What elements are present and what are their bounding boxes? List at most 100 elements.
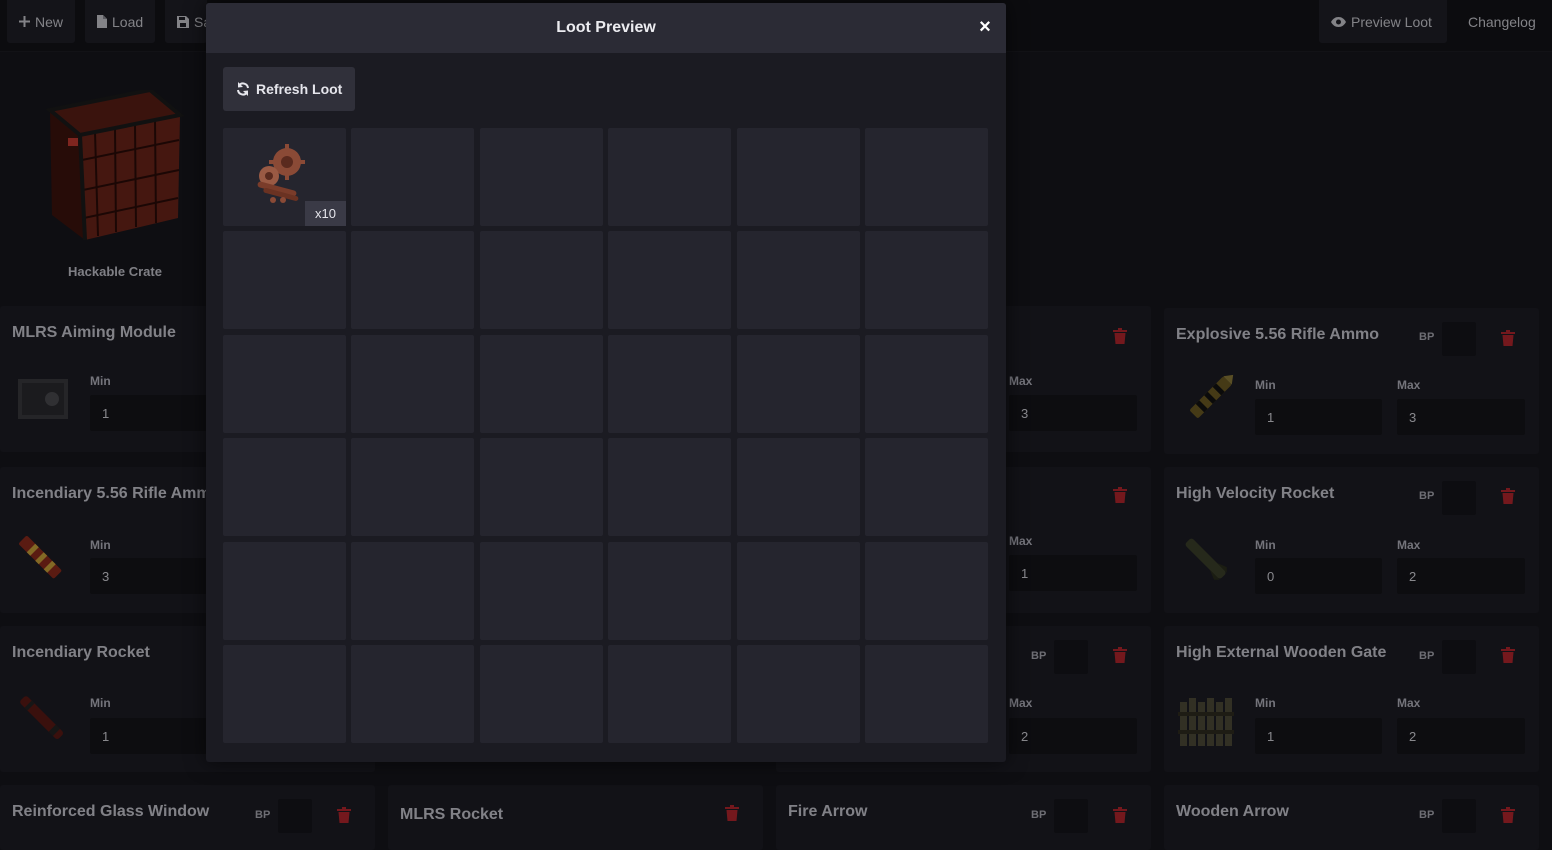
loot-slot[interactable] — [736, 231, 860, 330]
loot-slot[interactable] — [351, 438, 475, 537]
loot-slot[interactable] — [223, 438, 346, 537]
loot-slot[interactable] — [223, 334, 346, 433]
min-label: Min — [1255, 538, 1276, 552]
loot-slot[interactable] — [351, 334, 475, 433]
max-input[interactable]: 2 — [1397, 558, 1525, 594]
bp-checkbox[interactable] — [1054, 640, 1088, 674]
item-card: Wooden Arrow BP — [1164, 785, 1539, 850]
min-label: Min — [90, 538, 111, 552]
loot-slot[interactable] — [736, 128, 860, 226]
new-button[interactable]: New — [7, 0, 76, 43]
item-name: MLRS Rocket — [400, 806, 504, 823]
trash-icon[interactable] — [1113, 647, 1127, 663]
crate-name: Hackable Crate — [68, 264, 162, 279]
bp-checkbox[interactable] — [1442, 799, 1476, 833]
modal-title: Loot Preview — [556, 19, 656, 36]
item-name: High External Wooden Gate — [1176, 644, 1387, 661]
max-label: Max — [1009, 534, 1033, 548]
save-button[interactable]: Save — [165, 0, 207, 43]
floppy-disk-icon — [177, 15, 189, 28]
quantity-badge: x10 — [305, 201, 346, 226]
trash-icon[interactable] — [725, 805, 739, 821]
min-input[interactable]: 3 — [90, 558, 220, 594]
loot-slot[interactable] — [608, 334, 732, 433]
max-label: Max — [1397, 696, 1421, 710]
loot-slot[interactable] — [608, 438, 732, 537]
loot-slot[interactable] — [864, 231, 988, 330]
loot-slot[interactable] — [351, 541, 475, 640]
trash-icon[interactable] — [1501, 488, 1515, 504]
changelog-button[interactable]: Changelog — [1456, 0, 1548, 43]
load-button[interactable]: Load — [85, 0, 156, 43]
loot-slot[interactable] — [864, 438, 988, 537]
preview-loot-button[interactable]: Preview Loot — [1319, 0, 1447, 43]
bp-label: BP — [1419, 490, 1435, 502]
item-name: Reinforced Glass Window — [12, 803, 210, 820]
loot-slot[interactable] — [351, 128, 475, 226]
bp-checkbox[interactable] — [1442, 322, 1476, 356]
loot-slot[interactable] — [479, 334, 603, 433]
loot-slot[interactable] — [351, 644, 475, 743]
aiming-module-icon — [18, 379, 68, 419]
close-icon[interactable]: × — [976, 16, 994, 38]
min-label: Min — [90, 374, 111, 388]
loot-slot[interactable] — [736, 644, 860, 743]
loot-slot[interactable] — [223, 541, 346, 640]
trash-icon[interactable] — [1501, 807, 1515, 823]
trash-icon[interactable] — [1113, 328, 1127, 344]
min-input[interactable]: 1 — [1255, 399, 1382, 435]
loot-slot[interactable] — [736, 541, 860, 640]
bp-checkbox[interactable] — [278, 799, 312, 833]
file-icon — [97, 15, 107, 28]
loot-slot[interactable] — [736, 334, 860, 433]
loot-slot[interactable] — [608, 644, 732, 743]
max-input[interactable]: 3 — [1009, 395, 1137, 431]
trash-icon[interactable] — [1501, 330, 1515, 346]
loot-slot[interactable]: x10 — [223, 128, 346, 226]
bp-checkbox[interactable] — [1442, 640, 1476, 674]
loot-slot[interactable] — [479, 231, 603, 330]
min-input[interactable]: 1 — [1255, 718, 1382, 754]
refresh-loot-button[interactable]: Refresh Loot — [223, 67, 356, 111]
item-card: Explosive 5.56 Rifle Ammo BP Min 1 Max 3 — [1164, 308, 1539, 454]
min-input[interactable]: 0 — [1255, 558, 1382, 594]
bp-checkbox[interactable] — [1054, 799, 1088, 833]
loot-slot[interactable] — [223, 231, 346, 330]
bp-label: BP — [255, 809, 271, 821]
load-label: Load — [112, 13, 144, 30]
item-name: MLRS Aiming Module — [12, 324, 176, 341]
loot-slot[interactable] — [864, 541, 988, 640]
trash-icon[interactable] — [337, 807, 351, 823]
loot-slot[interactable] — [479, 644, 603, 743]
refresh-icon — [237, 82, 249, 96]
loot-slot[interactable] — [479, 541, 603, 640]
loot-slot[interactable] — [223, 644, 346, 743]
gears-icon — [257, 144, 305, 203]
min-input[interactable]: 1 — [90, 718, 220, 754]
min-input[interactable]: 1 — [90, 395, 220, 431]
item-name: High Velocity Rocket — [1176, 485, 1335, 502]
max-input[interactable]: 1 — [1009, 555, 1137, 591]
loot-slot[interactable] — [479, 128, 603, 226]
loot-slot[interactable] — [864, 644, 988, 743]
refresh-loot-label: Refresh Loot — [256, 81, 343, 97]
max-input[interactable]: 3 — [1397, 399, 1525, 435]
loot-slot[interactable] — [736, 438, 860, 537]
trash-icon[interactable] — [1501, 647, 1515, 663]
loot-slot[interactable] — [608, 231, 732, 330]
loot-slot[interactable] — [864, 334, 988, 433]
bp-checkbox[interactable] — [1442, 481, 1476, 515]
loot-slot[interactable] — [351, 231, 475, 330]
loot-slot[interactable] — [864, 128, 988, 226]
loot-slot[interactable] — [479, 438, 603, 537]
new-label: New — [35, 13, 64, 30]
loot-slot[interactable] — [608, 128, 732, 226]
loot-slot[interactable] — [608, 541, 732, 640]
trash-icon[interactable] — [1113, 487, 1127, 503]
max-input[interactable]: 2 — [1397, 718, 1525, 754]
min-label: Min — [90, 696, 111, 710]
item-card: High Velocity Rocket BP Min 0 Max 2 — [1164, 467, 1539, 613]
trash-icon[interactable] — [1113, 807, 1127, 823]
bp-label: BP — [1031, 650, 1047, 662]
max-input[interactable]: 2 — [1009, 718, 1137, 754]
